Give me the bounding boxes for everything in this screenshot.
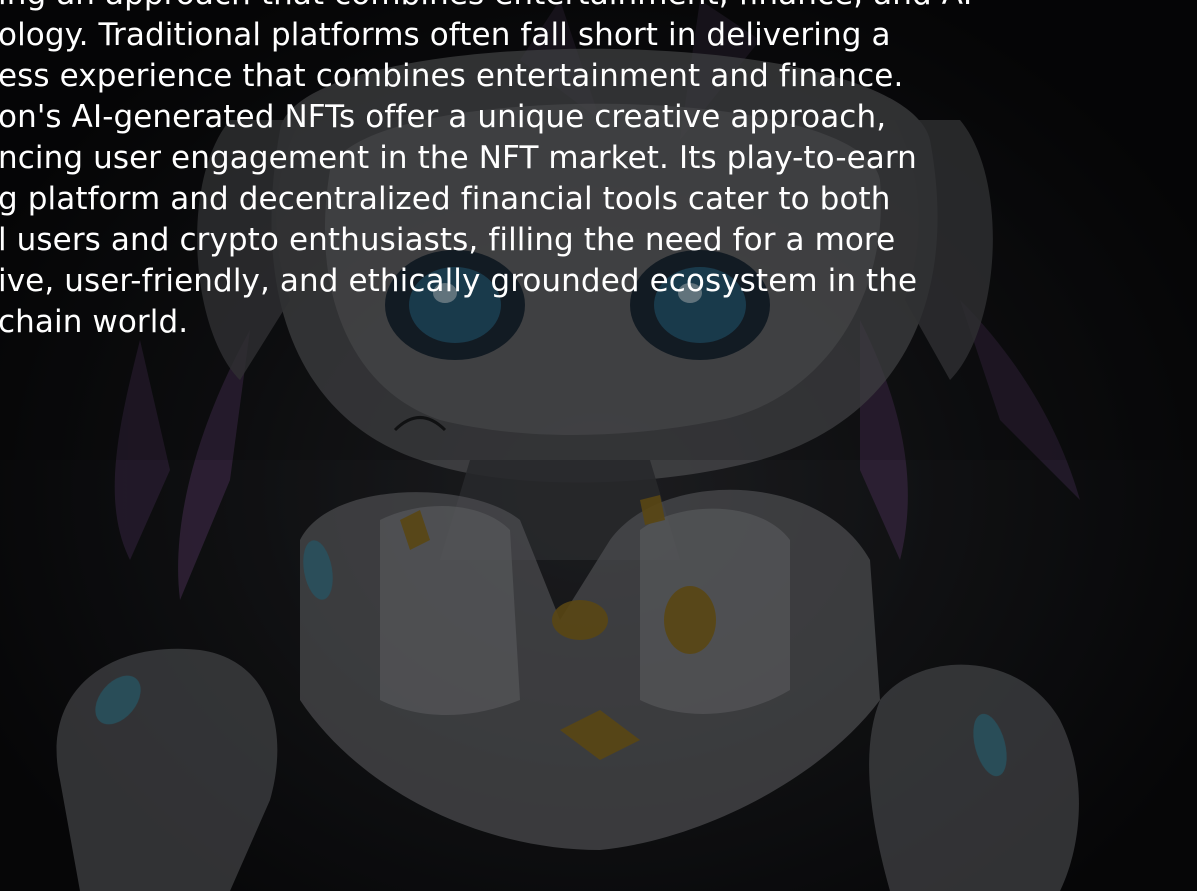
body-line: on's AI-generated NFTs offer a unique cr… bbox=[0, 99, 887, 135]
body-line: ess experience that combines entertainme… bbox=[0, 58, 904, 94]
body-line: chain world. bbox=[0, 304, 189, 340]
body-line: ncing user engagement in the NFT market.… bbox=[0, 140, 917, 176]
slide: ing an approach that combines entertainm… bbox=[0, 0, 1197, 891]
body-line: ive, user-friendly, and ethically ground… bbox=[0, 263, 918, 299]
body-line: g platform and decentralized financial t… bbox=[0, 181, 891, 217]
body-line: l users and crypto enthusiasts, filling … bbox=[0, 222, 896, 258]
body-paragraph: ing an approach that combines entertainm… bbox=[0, 0, 1188, 343]
body-line: ing an approach that combines entertainm… bbox=[0, 0, 1188, 15]
body-line: ology. Traditional platforms often fall … bbox=[0, 17, 891, 53]
